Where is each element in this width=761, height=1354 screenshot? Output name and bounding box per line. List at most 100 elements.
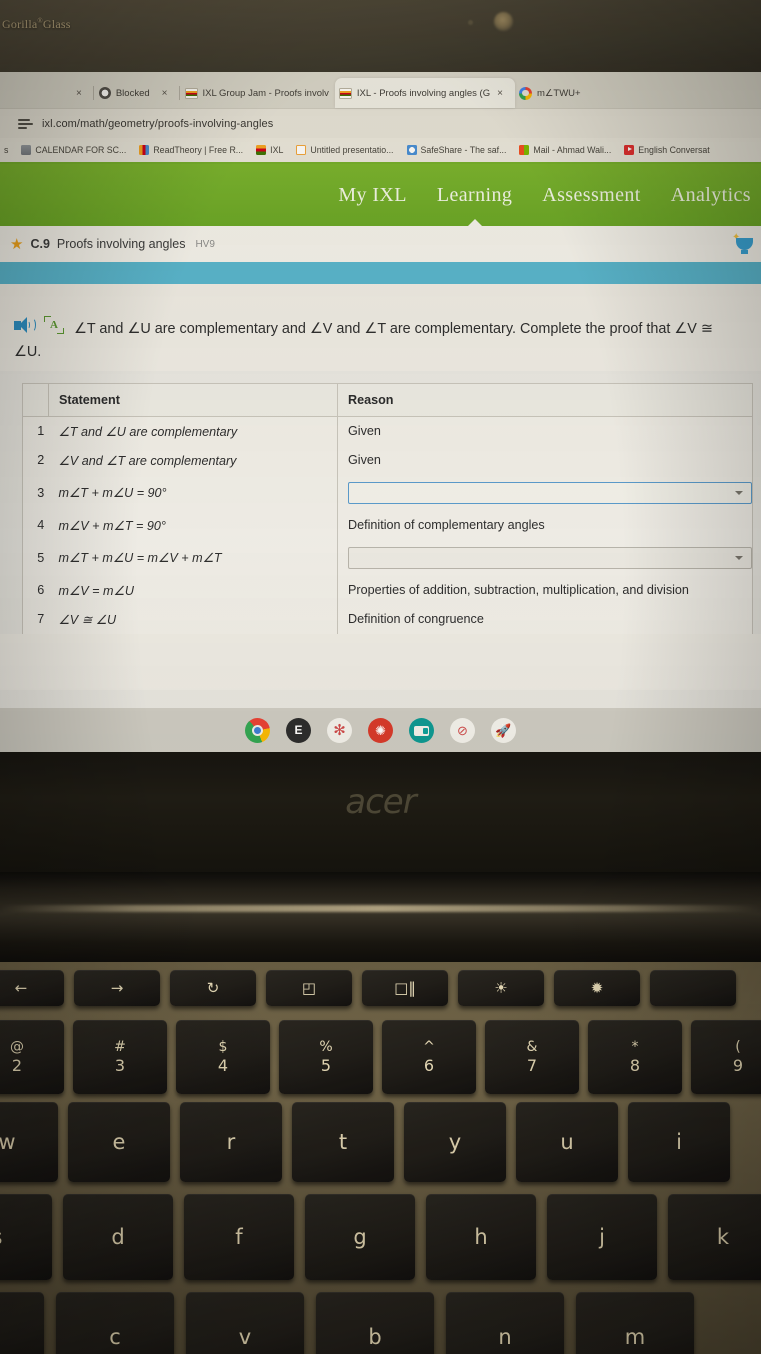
row-statement: m∠T + m∠U = 90° <box>48 474 338 511</box>
tab-close-icon[interactable]: × <box>74 88 88 99</box>
tab-close-icon[interactable]: × <box>495 88 509 99</box>
microphone-icon <box>468 20 473 25</box>
tab-title: IXL - Proofs involving angles (G <box>356 87 491 99</box>
key-7[interactable]: & 7 <box>485 1020 579 1094</box>
tab-google-search[interactable]: m∠TWU+ <box>515 78 587 108</box>
bookmark-calendar[interactable]: CALENDAR FOR SC... <box>21 145 126 155</box>
row-statement: m∠V = m∠U <box>48 575 338 605</box>
bookmark-label: ReadTheory | Free R... <box>153 145 244 155</box>
tab-ixl-proofs-involving-angles[interactable]: IXL - Proofs involving angles (G × <box>334 78 515 108</box>
tab-ixl-group-jam[interactable]: × IXL Group Jam - Proofs involv <box>156 78 335 108</box>
key-brightness-down[interactable]: ☀ <box>458 970 544 1006</box>
row-reason: Definition of complementary angles <box>348 518 545 533</box>
key-m[interactable]: m <box>576 1292 694 1354</box>
row-statement: ∠T and ∠U are complementary <box>48 416 338 446</box>
tab-title: IXL Group Jam - Proofs involv <box>202 87 329 99</box>
sign-language-icon[interactable]: A <box>44 316 64 334</box>
page-bottom-spacer <box>0 633 761 690</box>
tab-title: Blocked <box>115 87 150 99</box>
mute-icon[interactable]: ⊘ <box>450 717 475 743</box>
brainpop-icon[interactable]: ✺ <box>368 717 393 743</box>
skill-id: HV9 <box>195 238 215 250</box>
key-9[interactable]: (9 <box>691 1020 761 1094</box>
key-3[interactable]: #3 <box>73 1020 167 1094</box>
key-i[interactable]: i <box>628 1102 730 1182</box>
row-reason <box>338 475 752 511</box>
key-overview[interactable]: □‖ <box>362 970 448 1006</box>
bookmark-readtheory[interactable]: ReadTheory | Free R... <box>139 145 243 155</box>
key-t[interactable]: t <box>292 1102 394 1182</box>
key-h[interactable]: h <box>426 1194 536 1280</box>
nav-analytics[interactable]: Analytics <box>671 184 751 207</box>
row-reason: Properties of addition, subtraction, mul… <box>348 583 689 598</box>
key-b[interactable]: b <box>316 1292 434 1354</box>
key-k[interactable]: k <box>668 1194 761 1280</box>
rocket-icon[interactable]: 🚀 <box>491 717 516 743</box>
key-r[interactable]: r <box>180 1102 282 1182</box>
trophy-icon[interactable]: ✦ <box>731 231 757 257</box>
key-d[interactable]: d <box>63 1194 173 1280</box>
screencast-icon[interactable] <box>409 717 434 743</box>
key-back[interactable]: ← <box>0 970 64 1006</box>
key-4[interactable]: $4 <box>176 1020 270 1094</box>
speaker-icon[interactable] <box>14 316 36 334</box>
chrome-icon[interactable] <box>245 717 270 743</box>
skill-name: Proofs involving angles <box>56 237 186 251</box>
key-2[interactable]: @2 <box>0 1020 64 1094</box>
gorilla-glass-branding: Gorilla®Glass <box>2 17 71 31</box>
bookmark-label: SafeShare - The saf... <box>420 145 507 155</box>
nav-my-ixl[interactable]: My IXL <box>338 184 407 207</box>
key-j[interactable]: j <box>547 1194 657 1280</box>
reason-dropdown-row-5[interactable] <box>348 546 752 569</box>
tab-blocked[interactable]: × Blocked <box>70 78 156 108</box>
bookmark-english-conversation[interactable]: English Conversat <box>624 145 710 155</box>
table-row: 2 ∠V and ∠T are complementary Given <box>23 445 752 475</box>
key-e[interactable]: e <box>68 1102 170 1182</box>
bookmark-ixl[interactable]: IXL <box>256 145 283 155</box>
page-info-icon[interactable] <box>18 117 33 130</box>
readtheory-bookmark-icon <box>139 145 150 155</box>
calendar-bookmark-icon <box>21 145 32 155</box>
key-x[interactable]: x <box>0 1292 44 1354</box>
tab-title: m∠TWU+ <box>536 87 581 99</box>
key-u[interactable]: u <box>516 1102 618 1182</box>
star-icon[interactable]: ★ <box>10 237 23 252</box>
key-v[interactable]: v <box>186 1292 304 1354</box>
row-statement: ∠V ≅ ∠U <box>48 604 338 634</box>
key-8[interactable]: * 8 <box>588 1020 682 1094</box>
key-f[interactable]: f <box>184 1194 294 1280</box>
key-y[interactable]: y <box>404 1102 506 1182</box>
nav-assessment[interactable]: Assessment <box>542 184 640 207</box>
bookmark-untitled-presentation[interactable]: Untitled presentatio... <box>296 145 394 155</box>
laptop-screen: × Blocked × IXL Group Jam - Proofs invol… <box>0 72 761 752</box>
trophy-cup <box>736 238 753 250</box>
key-fullscreen[interactable]: ◰ <box>266 970 352 1006</box>
bookmark-mail[interactable]: Mail - Ahmad Wali... <box>519 145 611 155</box>
settings-icon[interactable]: ✻ <box>327 717 352 743</box>
omnibox-row[interactable]: ixl.com/math/geometry/proofs-involving-a… <box>0 108 761 138</box>
key-w[interactable]: w <box>0 1102 58 1182</box>
reason-dropdown-row-3[interactable] <box>348 481 752 504</box>
key-n[interactable]: n <box>446 1292 564 1354</box>
edpuzzle-icon[interactable]: E <box>286 717 311 743</box>
tab-close-icon[interactable]: × <box>160 88 174 99</box>
key-function-extra[interactable] <box>650 970 736 1006</box>
skill-code: C.9 <box>30 237 50 251</box>
key-s[interactable]: s <box>0 1194 52 1280</box>
key-g[interactable]: g <box>305 1194 415 1280</box>
photograph-of-chromebook: Gorilla®Glass × Blocked × IXL Group Jam … <box>0 0 761 1354</box>
key-5[interactable]: % 5 <box>279 1020 373 1094</box>
nav-learning[interactable]: Learning <box>437 184 512 207</box>
key-reload[interactable]: ↻ <box>170 970 256 1006</box>
row-number: 2 <box>37 453 45 468</box>
bookmark-safeshare[interactable]: SafeShare - The saf... <box>406 145 507 155</box>
keyboard-function-row: ← → ↻ ◰ □‖ ☀ ✹ <box>0 970 736 1006</box>
key-6[interactable]: ^ 6 <box>382 1020 476 1094</box>
key-brightness-up[interactable]: ✹ <box>554 970 640 1006</box>
key-forward[interactable]: → <box>74 970 160 1006</box>
row-reason: Given <box>348 424 381 439</box>
column-header-statement: Statement <box>48 383 338 417</box>
key-c[interactable]: c <box>56 1292 174 1354</box>
address-bar[interactable]: ixl.com/math/geometry/proofs-involving-a… <box>42 118 273 130</box>
question-area: A ∠T and ∠U are complementary and ∠V and… <box>0 284 761 371</box>
